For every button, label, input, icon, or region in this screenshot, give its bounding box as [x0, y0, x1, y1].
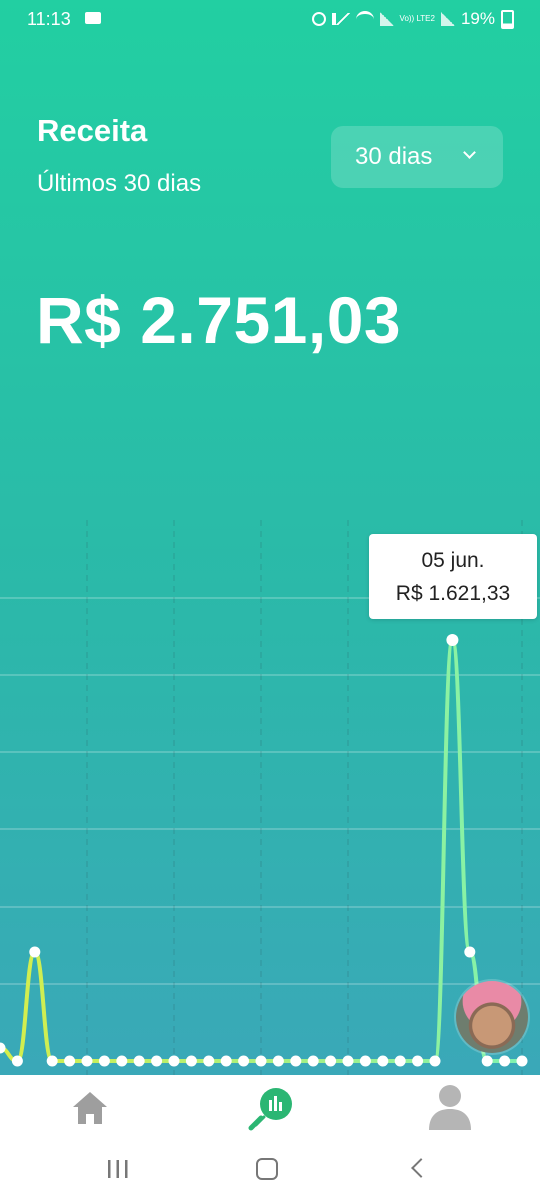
alarm-icon	[311, 12, 326, 26]
signal-icon-2	[440, 12, 455, 26]
system-nav-bar	[0, 1143, 540, 1200]
data-point[interactable]	[499, 1055, 511, 1067]
page-subtitle: Últimos 30 dias	[37, 170, 202, 197]
battery-percent: 19%	[460, 9, 495, 28]
tooltip-date: 05 jun.	[421, 549, 485, 572]
signal-icon	[379, 12, 394, 26]
wifi-icon	[355, 10, 374, 28]
person-icon[interactable]	[428, 1084, 472, 1130]
data-point[interactable]	[412, 1055, 424, 1067]
page-title: Receita	[37, 113, 148, 148]
data-point[interactable]	[185, 1055, 197, 1067]
data-point[interactable]	[377, 1055, 389, 1067]
status-time: 11:13	[27, 9, 71, 29]
data-point[interactable]	[342, 1055, 354, 1067]
data-point[interactable]	[238, 1055, 250, 1067]
data-point[interactable]	[11, 1055, 23, 1067]
data-point[interactable]	[325, 1055, 337, 1067]
bottom-nav	[0, 1075, 540, 1143]
highlighted-data-point[interactable]	[446, 634, 459, 646]
data-point[interactable]	[46, 1055, 58, 1067]
period-select[interactable]: 30 dias	[331, 126, 503, 188]
chart-rocket-icon[interactable]	[247, 1084, 295, 1132]
data-point[interactable]	[203, 1055, 215, 1067]
folder-icon	[85, 12, 101, 24]
lte-label: Vo)) LTE2	[399, 14, 435, 23]
data-point[interactable]	[81, 1055, 93, 1067]
data-point[interactable]	[151, 1055, 163, 1067]
tooltip-value: R$ 1.621,33	[395, 582, 511, 605]
chart-tooltip: 05 jun. R$ 1.621,33	[369, 534, 537, 619]
home-icon[interactable]	[71, 1090, 109, 1126]
status-bar: 11:13 Vo)) LTE2 19%	[0, 0, 540, 40]
data-point[interactable]	[272, 1055, 284, 1067]
data-point[interactable]	[168, 1055, 180, 1067]
data-point[interactable]	[220, 1055, 232, 1067]
revenue-screen: 11:13 Vo)) LTE2 19% Receita Últimos 30 d…	[0, 0, 540, 1075]
mute-icon	[331, 13, 350, 25]
data-point[interactable]	[429, 1055, 441, 1067]
recents-icon[interactable]	[107, 1159, 129, 1179]
data-point[interactable]	[464, 946, 476, 958]
data-point[interactable]	[516, 1055, 528, 1067]
data-point[interactable]	[394, 1055, 406, 1067]
floating-avatar[interactable]	[456, 981, 528, 1053]
home-button-icon[interactable]	[256, 1158, 278, 1180]
total-revenue: R$ 2.751,03	[36, 283, 402, 357]
data-point[interactable]	[307, 1055, 319, 1067]
back-icon[interactable]	[411, 1158, 431, 1178]
data-point[interactable]	[359, 1055, 371, 1067]
data-point[interactable]	[116, 1055, 128, 1067]
data-point[interactable]	[290, 1055, 302, 1067]
data-point[interactable]	[133, 1055, 145, 1067]
data-point[interactable]	[255, 1055, 267, 1067]
battery-icon	[501, 9, 514, 29]
data-point[interactable]	[29, 946, 41, 958]
period-select-label: 30 dias	[355, 143, 433, 170]
status-icons: Vo)) LTE2 19%	[311, 9, 514, 29]
chevron-down-icon	[463, 146, 476, 159]
data-point[interactable]	[64, 1055, 76, 1067]
data-point[interactable]	[98, 1055, 110, 1067]
data-point[interactable]	[481, 1055, 493, 1067]
